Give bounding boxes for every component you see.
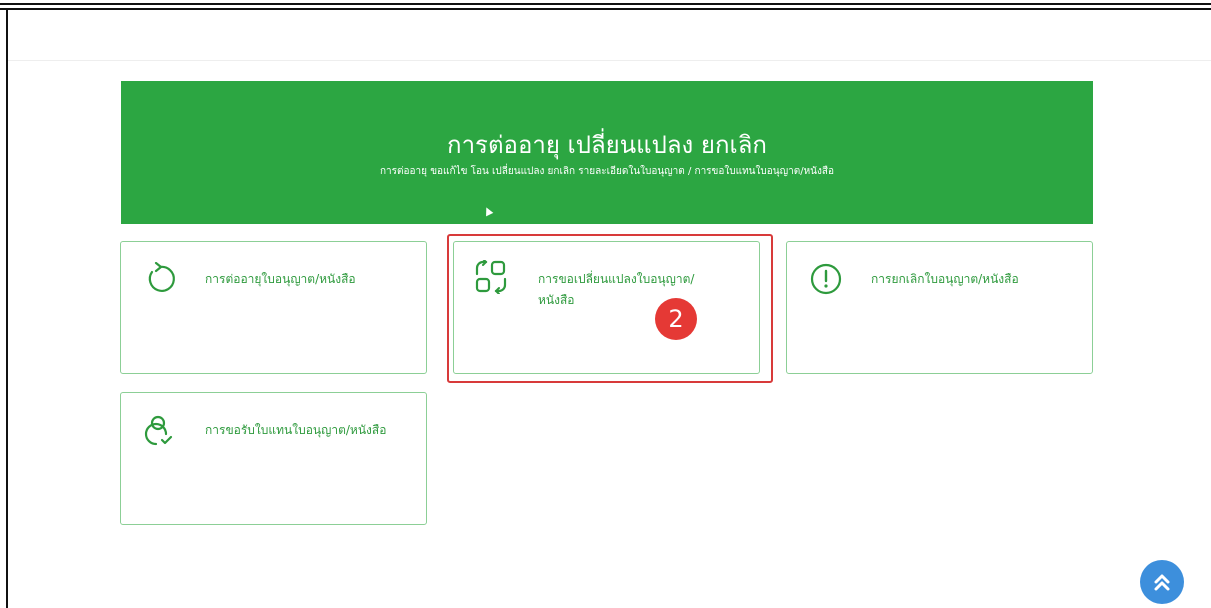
card-label: การขอเปลี่ยนแปลงใบอนุญาต/หนังสือ xyxy=(538,272,695,307)
scroll-to-top-button[interactable] xyxy=(1140,560,1184,604)
card-renew-license[interactable]: การต่ออายุใบอนุญาต/หนังสือ xyxy=(120,241,427,374)
change-icon xyxy=(475,260,507,294)
page-subtitle: การต่ออายุ ขอแก้ไข โอน เปลี่ยนแปลง ยกเลิ… xyxy=(380,166,834,177)
double-chevron-up-icon xyxy=(1154,574,1170,591)
page-header xyxy=(8,10,1211,61)
card-cancel-license[interactable]: การยกเลิกใบอนุญาต/หนังสือ xyxy=(786,241,1093,374)
cancel-alert-icon xyxy=(810,263,842,295)
card-label: การยกเลิกใบอนุญาต/หนังสือ xyxy=(871,272,1019,286)
hero-banner: การต่ออายุ เปลี่ยนแปลง ยกเลิก การต่ออายุ… xyxy=(121,81,1093,224)
step-badge: 2 xyxy=(655,298,697,340)
browser-frame: การต่ออายุ เปลี่ยนแปลง ยกเลิก การต่ออายุ… xyxy=(0,0,1211,608)
window-left-border xyxy=(6,10,8,608)
card-replacement-license[interactable]: การขอรับใบแทนใบอนุญาต/หนังสือ xyxy=(120,392,427,525)
window-top-border xyxy=(0,0,1211,10)
card-label: การต่ออายุใบอนุญาต/หนังสือ xyxy=(205,272,356,286)
page-title: การต่ออายุ เปลี่ยนแปลง ยกเลิก xyxy=(447,131,767,159)
card-change-license[interactable]: การขอเปลี่ยนแปลงใบอนุญาต/หนังสือ xyxy=(453,241,760,374)
user-replace-icon xyxy=(144,415,173,446)
renew-icon xyxy=(148,262,175,292)
card-label: การขอรับใบแทนใบอนุญาต/หนังสือ xyxy=(205,423,387,437)
